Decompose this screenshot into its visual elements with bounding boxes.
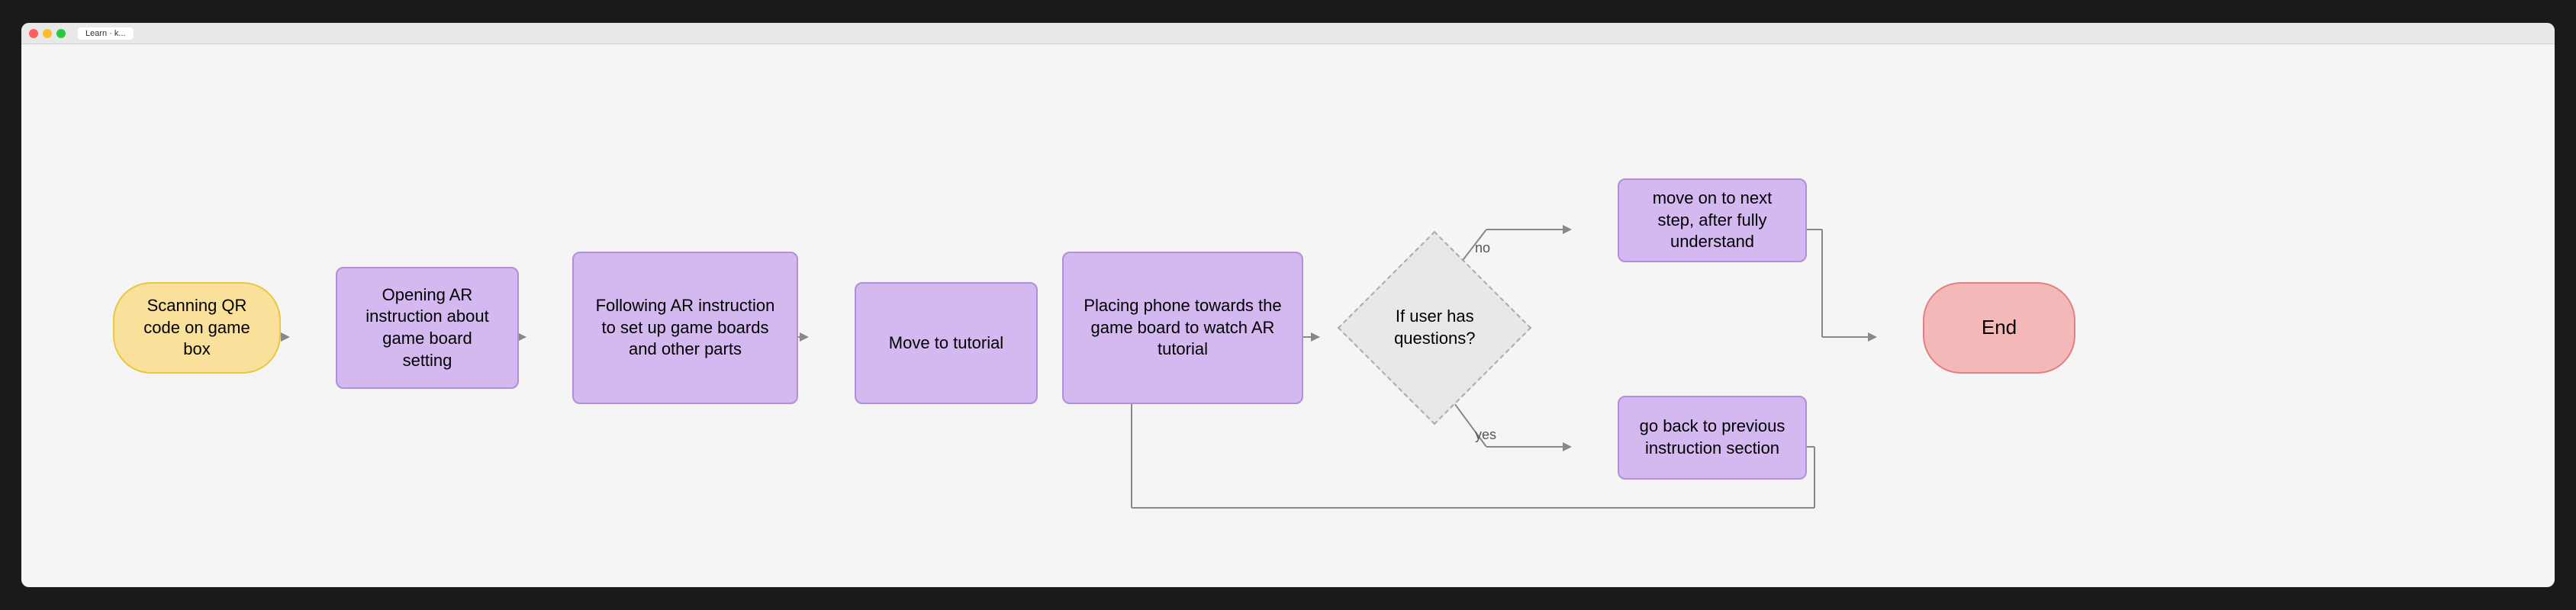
start-node: Scanning QR code on game box <box>113 282 281 374</box>
following-ar-node: Following AR instruction to set up game … <box>572 252 798 404</box>
scan-qr-node: Scanning QR code on game box <box>113 282 281 374</box>
branch-no-node: move on to next step, after fully unders… <box>1618 178 1807 262</box>
step1-node: Opening AR instruction about game board … <box>336 267 519 389</box>
app-window: Learn · k... no <box>21 23 2555 587</box>
step2-node: Following AR instruction to set up game … <box>572 252 798 404</box>
close-button[interactable] <box>29 29 38 38</box>
window-controls <box>29 29 66 38</box>
move-on-node: move on to next step, after fully unders… <box>1618 178 1807 262</box>
end-node: End <box>1923 282 2075 374</box>
diamond-node: If user has questions? <box>1366 259 1503 396</box>
end-oval: End <box>1923 282 2075 374</box>
maximize-button[interactable] <box>56 29 66 38</box>
opening-ar-node: Opening AR instruction about game board … <box>336 267 519 389</box>
minimize-button[interactable] <box>43 29 52 38</box>
placing-phone-node: Placing phone towards the game board to … <box>1062 252 1303 404</box>
titlebar: Learn · k... <box>21 23 2555 44</box>
move-tutorial-node: Move to tutorial <box>855 282 1038 404</box>
tab-label[interactable]: Learn · k... <box>78 27 134 40</box>
flowchart: Scanning QR code on game box Opening AR … <box>67 56 2509 575</box>
step3-node: Move to tutorial <box>855 282 1038 404</box>
branch-yes-node: go back to previous instruction section <box>1618 396 1807 480</box>
canvas: no yes Scanning QR code on game <box>21 44 2555 587</box>
go-back-node: go back to previous instruction section <box>1618 396 1807 480</box>
step4-node: Placing phone towards the game board to … <box>1062 252 1303 404</box>
